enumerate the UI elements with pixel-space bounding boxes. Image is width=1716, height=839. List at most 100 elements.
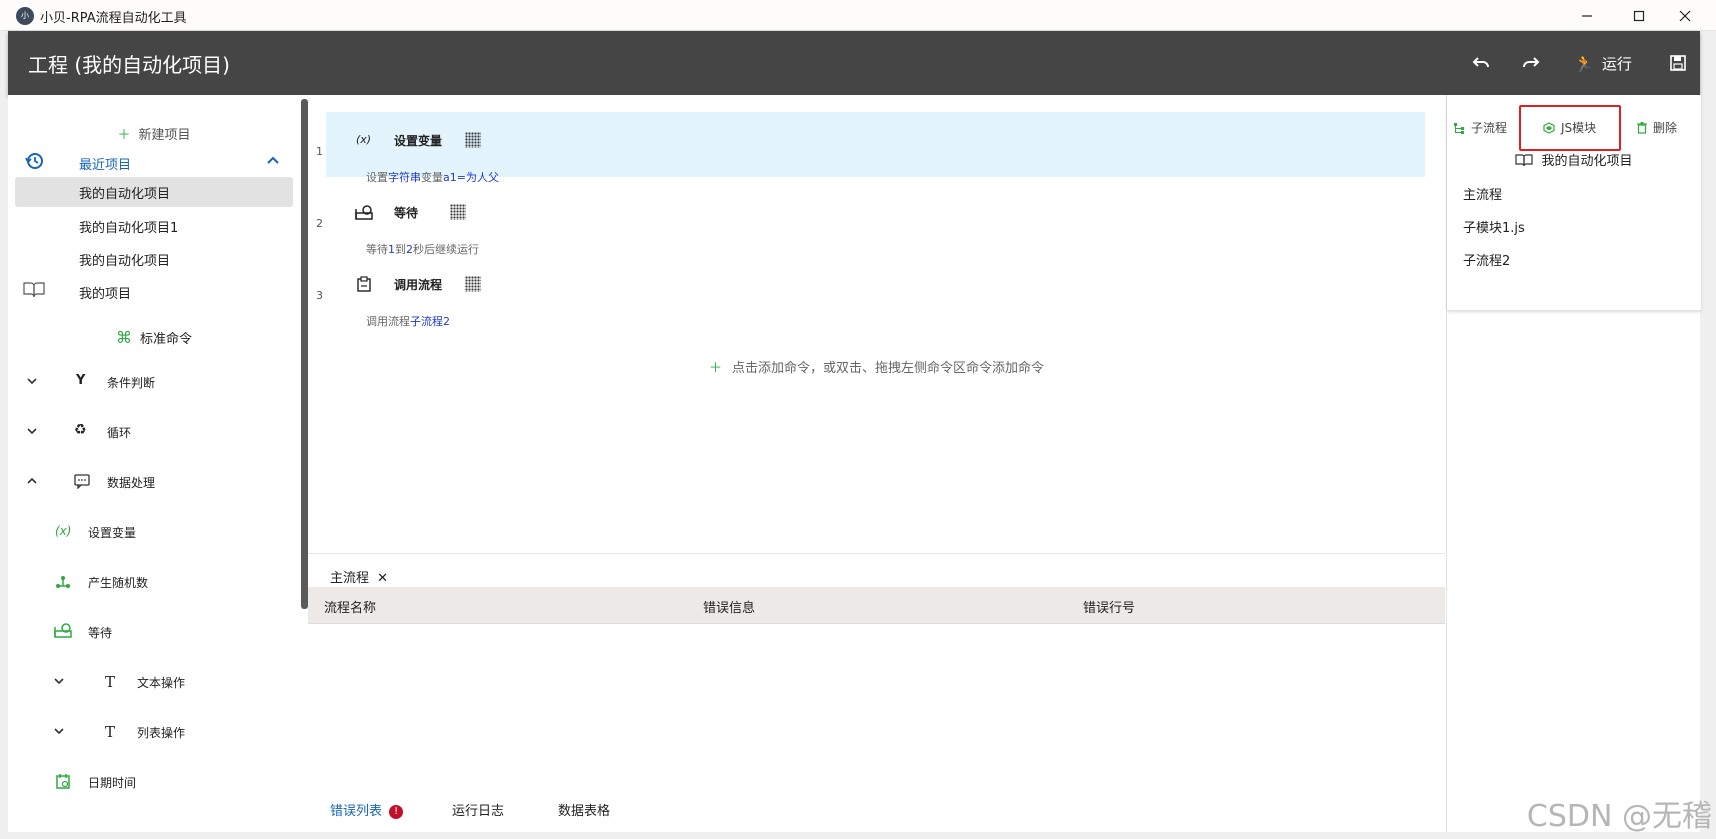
category-condition[interactable]: Y 条件判断 <box>8 373 300 393</box>
drag-handle-icon[interactable] <box>465 132 481 148</box>
subflow-button[interactable]: 子流程 <box>1453 119 1507 136</box>
recent-project-item[interactable]: 我的自动化项目 <box>15 177 293 207</box>
error-table-header: 流程名称 错误信息 错误行号 <box>308 587 1445 624</box>
drag-handle-icon[interactable] <box>450 204 466 220</box>
category-label: 数据处理 <box>107 476 156 490</box>
text-icon: T <box>105 723 116 741</box>
minimize-button[interactable] <box>1564 0 1610 31</box>
comment-icon <box>74 473 90 493</box>
sidebar-scrollbar[interactable] <box>301 99 308 609</box>
recycle-icon: ♻ <box>74 422 87 438</box>
minimize-icon <box>1582 14 1592 17</box>
command-description: 设置字符串变量a1=为人父 <box>366 171 499 184</box>
highlight-box <box>1519 105 1621 151</box>
window-title: 小贝-RPA流程自动化工具 <box>40 11 187 26</box>
chevron-down-icon <box>53 675 65 691</box>
add-command-label: 点击添加命令，或双击、拖拽左侧命令区命令添加命令 <box>732 361 1045 376</box>
command-wait[interactable]: 等待 <box>8 623 300 643</box>
chevron-down-icon <box>26 375 38 391</box>
maximize-button[interactable] <box>1616 0 1662 31</box>
command-label: 等待 <box>88 626 113 640</box>
save-icon <box>1670 55 1686 71</box>
command-title: 调用流程 <box>394 278 443 292</box>
column-header: 错误行号 <box>1083 601 1136 616</box>
command-title: 等待 <box>394 206 419 220</box>
tree-item-main[interactable]: 主流程 <box>1463 184 1502 203</box>
column-header: 流程名称 <box>324 601 377 616</box>
app-header: 工程 (我的自动化项目) 🏃 运行 <box>8 31 1700 95</box>
title-bar: 小 小贝-RPA流程自动化工具 <box>0 0 1716 31</box>
line-number: 3 <box>316 289 323 302</box>
drag-handle-icon[interactable] <box>465 276 481 292</box>
undo-icon <box>1472 57 1489 68</box>
project-title: 工程 (我的自动化项目) <box>28 53 230 77</box>
history-icon <box>24 151 44 175</box>
run-label: 运行 <box>1601 54 1632 73</box>
chevron-down-icon <box>26 425 38 441</box>
plus-icon: ＋ <box>708 361 722 376</box>
flow-editor: 1 (x) 设置变量 设置字符串变量a1=为人父 2 等待 等待1到2秒后继续运… <box>308 95 1445 553</box>
book-icon <box>23 280 45 302</box>
save-button[interactable] <box>1670 49 1686 77</box>
close-button[interactable] <box>1662 0 1708 31</box>
command-description: 调用流程子流程2 <box>366 315 450 328</box>
chevron-up-icon[interactable] <box>266 153 280 171</box>
project-name-row: 我的自动化项目 <box>1447 150 1701 169</box>
command-description: 等待1到2秒后继续运行 <box>366 243 479 256</box>
variable-icon: (x) <box>55 524 72 538</box>
category-label: 条件判断 <box>107 376 156 390</box>
tab-error-list[interactable]: 错误列表 ! <box>330 800 404 819</box>
run-button[interactable]: 🏃 运行 <box>1574 49 1632 77</box>
add-command-hint[interactable]: ＋ 点击添加命令，或双击、拖拽左侧命令区命令添加命令 <box>308 357 1445 376</box>
command-label: 产生随机数 <box>88 576 149 590</box>
column-header: 错误信息 <box>703 601 756 616</box>
line-number: 2 <box>316 217 323 230</box>
app-window: 小 小贝-RPA流程自动化工具 工程 (我的自动化项目) 🏃 运行 ＋ 新建项目… <box>0 0 1716 839</box>
command-set-variable[interactable]: (x) 设置变量 <box>8 523 300 543</box>
delete-label: 删除 <box>1653 121 1678 135</box>
command-datetime[interactable]: 日期时间 <box>8 773 300 793</box>
flow-tab-label: 主流程 <box>330 571 370 586</box>
project-tree-card: 子流程 JS模块 删除 我的自动化项目 主流程 子模块1.js 子流程2 <box>1447 95 1701 310</box>
subflow-label: 子流程 <box>1471 121 1508 135</box>
subcategory-text[interactable]: T 文本操作 <box>8 673 300 693</box>
category-data[interactable]: 数据处理 <box>8 473 300 493</box>
tree-item-js[interactable]: 子模块1.js <box>1463 217 1525 236</box>
my-projects-item[interactable]: 我的项目 <box>8 280 300 304</box>
maximize-icon <box>1633 10 1645 21</box>
category-loop[interactable]: ♻ 循环 <box>8 422 300 443</box>
line-number: 1 <box>316 145 323 158</box>
tree-item-subflow[interactable]: 子流程2 <box>1463 250 1510 269</box>
recent-projects-header[interactable]: 最近项目 <box>8 151 300 177</box>
command-title: 设置变量 <box>394 134 443 148</box>
subcategory-label: 文本操作 <box>137 676 186 690</box>
command-random[interactable]: 产生随机数 <box>8 573 300 593</box>
my-projects-label: 我的项目 <box>79 287 132 302</box>
close-icon[interactable]: ✕ <box>377 571 388 586</box>
new-project-button[interactable]: ＋ 新建项目 <box>8 124 300 143</box>
redo-button[interactable] <box>1522 49 1540 77</box>
chevron-up-icon <box>26 475 38 491</box>
error-badge-icon: ! <box>389 804 404 819</box>
subcategory-label: 列表操作 <box>137 726 186 740</box>
subcategory-list[interactable]: T 列表操作 <box>8 723 300 743</box>
book-icon <box>1515 154 1534 167</box>
text-icon: T <box>105 673 116 691</box>
undo-button[interactable] <box>1472 49 1490 77</box>
standard-commands-header: ⌘ 标准命令 <box>8 328 300 347</box>
command-label: 设置变量 <box>88 526 137 540</box>
recent-projects-label: 最近项目 <box>79 158 132 173</box>
branch-icon: Y <box>76 373 86 388</box>
recent-project-label: 我的自动化项目 <box>79 187 171 202</box>
delete-button[interactable]: 删除 <box>1637 119 1677 136</box>
tab-data-table[interactable]: 数据表格 <box>558 800 610 819</box>
wait-icon <box>355 205 373 225</box>
flow-tab[interactable]: 主流程 ✕ <box>330 567 388 586</box>
subflow-icon <box>1454 122 1464 134</box>
redo-icon <box>1523 57 1540 68</box>
watermark: CSDN @无稽 <box>1526 799 1712 834</box>
random-icon <box>55 574 71 594</box>
command-label: 日期时间 <box>88 776 137 790</box>
tab-run-log[interactable]: 运行日志 <box>452 800 504 819</box>
plus-icon: ＋ <box>117 128 131 143</box>
